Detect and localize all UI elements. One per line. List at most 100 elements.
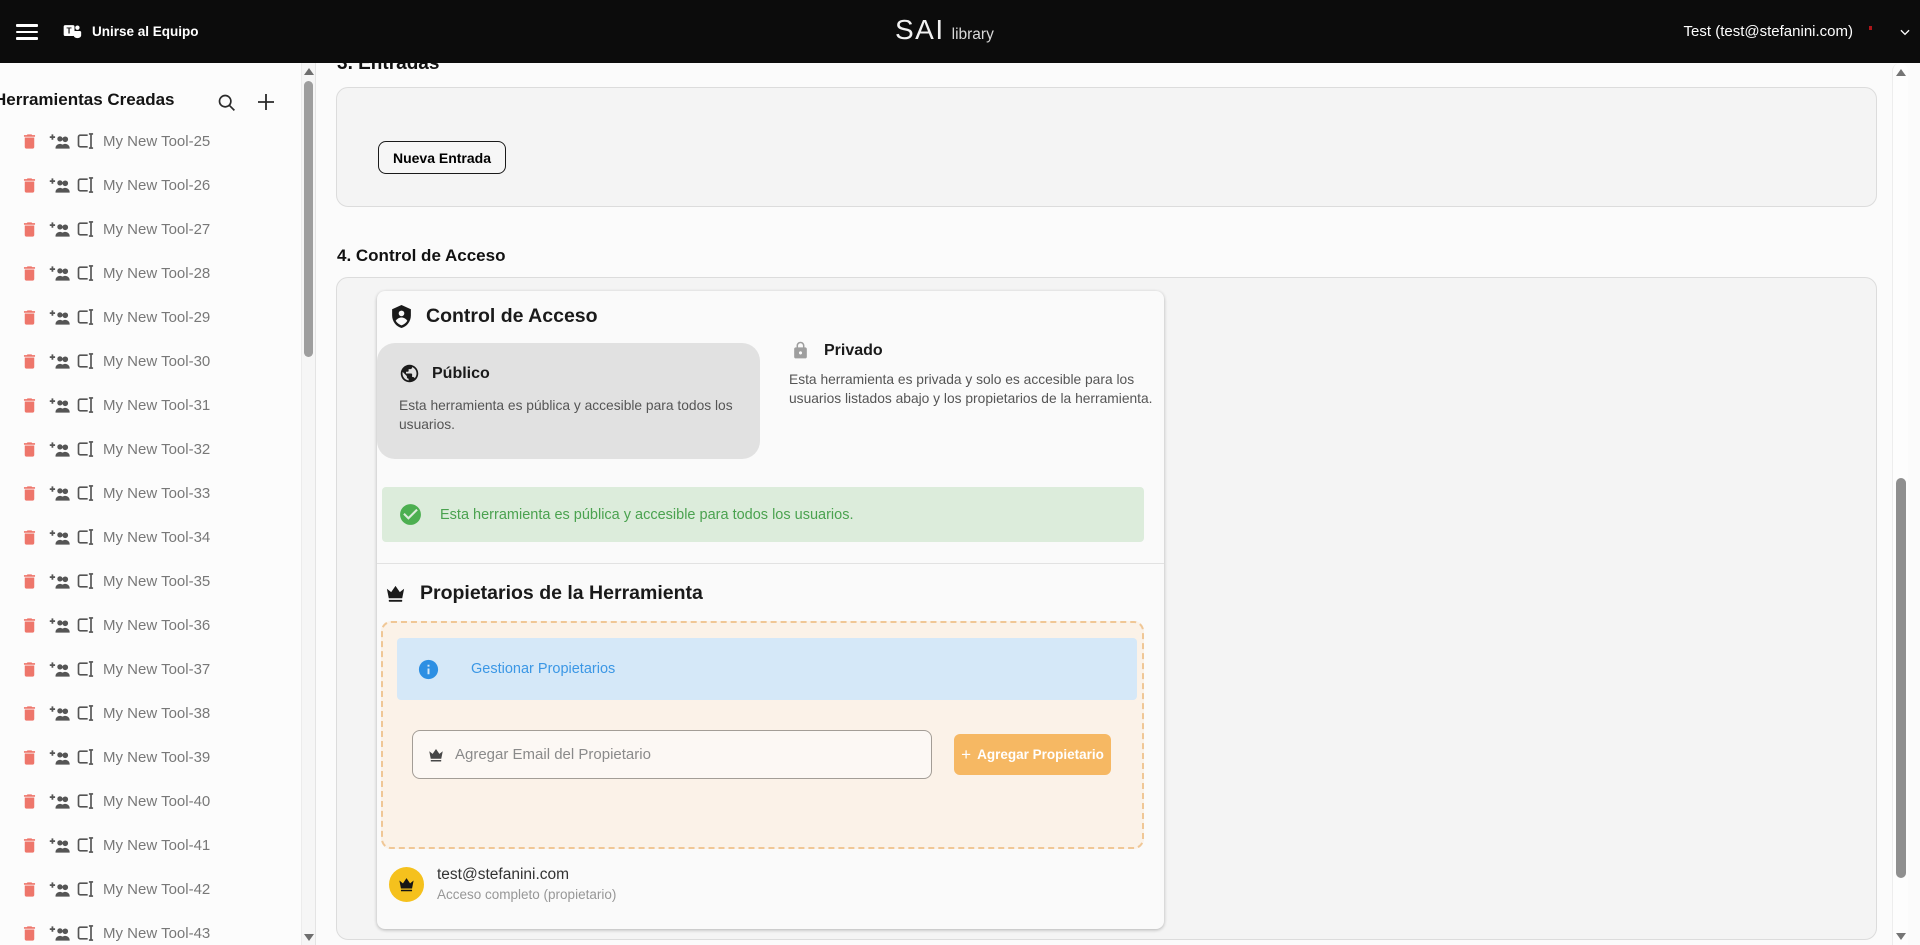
person-add-icon[interactable] [48, 746, 71, 769]
tool-label[interactable]: My New Tool-37 [103, 661, 210, 678]
person-add-icon[interactable] [48, 262, 71, 285]
rename-icon[interactable] [76, 175, 96, 195]
trash-icon[interactable] [20, 176, 39, 195]
trash-icon[interactable] [20, 572, 39, 591]
trash-icon[interactable] [20, 924, 39, 943]
tool-label[interactable]: My New Tool-36 [103, 617, 210, 634]
scroll-down-arrow[interactable] [1896, 933, 1906, 940]
person-add-icon[interactable] [48, 658, 71, 681]
rename-icon[interactable] [76, 659, 96, 679]
tool-list-item[interactable]: My New Tool-42 [0, 867, 302, 911]
new-entry-button[interactable]: Nueva Entrada [378, 141, 506, 174]
rename-icon[interactable] [76, 615, 96, 635]
tool-list-item[interactable]: My New Tool-41 [0, 823, 302, 867]
person-add-icon[interactable] [48, 834, 71, 857]
add-owner-button[interactable]: + Agregar Propietario [954, 734, 1111, 775]
person-add-icon[interactable] [48, 174, 71, 197]
sidebar-scrollbar-thumb[interactable] [304, 81, 313, 357]
person-add-icon[interactable] [48, 482, 71, 505]
person-add-icon[interactable] [48, 570, 71, 593]
tool-list-item[interactable]: My New Tool-35 [0, 559, 302, 603]
user-menu[interactable]: Test (test@stefanini.com) [1684, 0, 1912, 63]
owner-email-input[interactable] [455, 746, 921, 763]
trash-icon[interactable] [20, 748, 39, 767]
scroll-up-arrow[interactable] [304, 68, 314, 75]
tool-label[interactable]: My New Tool-39 [103, 749, 210, 766]
tool-label[interactable]: My New Tool-43 [103, 925, 210, 942]
tool-list-item[interactable]: My New Tool-26 [0, 163, 302, 207]
trash-icon[interactable] [20, 440, 39, 459]
tool-list-item[interactable]: My New Tool-30 [0, 339, 302, 383]
sidebar-scrollbar[interactable] [301, 63, 315, 945]
tool-list-item[interactable]: My New Tool-32 [0, 427, 302, 471]
rename-icon[interactable] [76, 747, 96, 767]
tool-list-item[interactable]: My New Tool-33 [0, 471, 302, 515]
rename-icon[interactable] [76, 527, 96, 547]
trash-icon[interactable] [20, 660, 39, 679]
tool-list-item[interactable]: My New Tool-34 [0, 515, 302, 559]
tool-label[interactable]: My New Tool-31 [103, 397, 210, 414]
person-add-icon[interactable] [48, 526, 71, 549]
tool-list-item[interactable]: My New Tool-43 [0, 911, 302, 945]
private-option[interactable]: Privado Esta herramienta es privada y so… [789, 341, 1161, 408]
rename-icon[interactable] [76, 263, 96, 283]
rename-icon[interactable] [76, 219, 96, 239]
tool-label[interactable]: My New Tool-33 [103, 485, 210, 502]
rename-icon[interactable] [76, 703, 96, 723]
tool-list-item[interactable]: My New Tool-38 [0, 691, 302, 735]
trash-icon[interactable] [20, 792, 39, 811]
tool-label[interactable]: My New Tool-40 [103, 793, 210, 810]
person-add-icon[interactable] [48, 614, 71, 637]
rename-icon[interactable] [76, 307, 96, 327]
rename-icon[interactable] [76, 879, 96, 899]
trash-icon[interactable] [20, 880, 39, 899]
person-add-icon[interactable] [48, 218, 71, 241]
trash-icon[interactable] [20, 528, 39, 547]
rename-icon[interactable] [76, 351, 96, 371]
person-add-icon[interactable] [48, 790, 71, 813]
tool-label[interactable]: My New Tool-42 [103, 881, 210, 898]
tool-label[interactable]: My New Tool-41 [103, 837, 210, 854]
hamburger-menu-button[interactable] [16, 21, 46, 43]
tool-label[interactable]: My New Tool-26 [103, 177, 210, 194]
trash-icon[interactable] [20, 352, 39, 371]
tool-label[interactable]: My New Tool-25 [103, 133, 210, 150]
tool-label[interactable]: My New Tool-29 [103, 309, 210, 326]
person-add-icon[interactable] [48, 130, 71, 153]
trash-icon[interactable] [20, 704, 39, 723]
trash-icon[interactable] [20, 616, 39, 635]
tool-list-item[interactable]: My New Tool-40 [0, 779, 302, 823]
rename-icon[interactable] [76, 835, 96, 855]
tool-list-item[interactable]: My New Tool-37 [0, 647, 302, 691]
trash-icon[interactable] [20, 132, 39, 151]
scroll-down-arrow[interactable] [304, 934, 314, 941]
trash-icon[interactable] [20, 264, 39, 283]
join-team-button[interactable]: T Unirse al Equipo [62, 14, 199, 48]
trash-icon[interactable] [20, 836, 39, 855]
tool-list-item[interactable]: My New Tool-28 [0, 251, 302, 295]
rename-icon[interactable] [76, 439, 96, 459]
tool-list-item[interactable]: My New Tool-29 [0, 295, 302, 339]
tool-list-item[interactable]: My New Tool-31 [0, 383, 302, 427]
trash-icon[interactable] [20, 308, 39, 327]
tool-label[interactable]: My New Tool-34 [103, 529, 210, 546]
tool-label[interactable]: My New Tool-27 [103, 221, 210, 238]
rename-icon[interactable] [76, 791, 96, 811]
tool-label[interactable]: My New Tool-38 [103, 705, 210, 722]
trash-icon[interactable] [20, 396, 39, 415]
tool-list-item[interactable]: My New Tool-27 [0, 207, 302, 251]
tool-label[interactable]: My New Tool-30 [103, 353, 210, 370]
trash-icon[interactable] [20, 484, 39, 503]
rename-icon[interactable] [76, 483, 96, 503]
page-scrollbar-thumb[interactable] [1896, 478, 1906, 878]
rename-icon[interactable] [76, 131, 96, 151]
page-scrollbar[interactable] [1892, 63, 1908, 945]
tool-list-item[interactable]: My New Tool-39 [0, 735, 302, 779]
tool-label[interactable]: My New Tool-28 [103, 265, 210, 282]
scroll-up-arrow[interactable] [1896, 69, 1906, 76]
public-option[interactable]: Público Esta herramienta es pública y ac… [377, 343, 760, 459]
person-add-icon[interactable] [48, 306, 71, 329]
rename-icon[interactable] [76, 395, 96, 415]
person-add-icon[interactable] [48, 702, 71, 725]
person-add-icon[interactable] [48, 350, 71, 373]
